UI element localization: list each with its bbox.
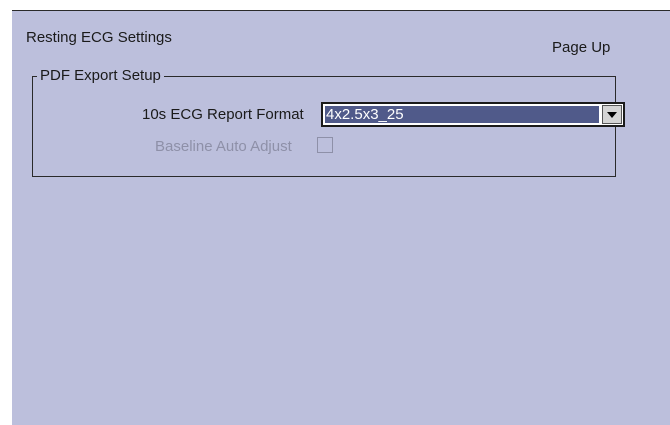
dropdown-button[interactable] [602, 105, 622, 124]
chevron-down-icon [607, 111, 617, 118]
page-up-button[interactable]: Page Up [552, 39, 610, 56]
report-format-label: 10s ECG Report Format [142, 106, 304, 123]
pdf-export-groupbox: PDF Export Setup 10s ECG Report Format 4… [32, 67, 625, 177]
settings-panel: Resting ECG Settings Page Up PDF Export … [12, 10, 670, 425]
page-title: Resting ECG Settings [26, 29, 172, 46]
pdf-export-legend: PDF Export Setup [37, 67, 164, 85]
baseline-auto-adjust-checkbox[interactable] [317, 137, 333, 153]
baseline-auto-adjust-label: Baseline Auto Adjust [155, 138, 292, 155]
report-format-value: 4x2.5x3_25 [325, 106, 599, 123]
report-format-select[interactable]: 4x2.5x3_25 [321, 102, 625, 127]
